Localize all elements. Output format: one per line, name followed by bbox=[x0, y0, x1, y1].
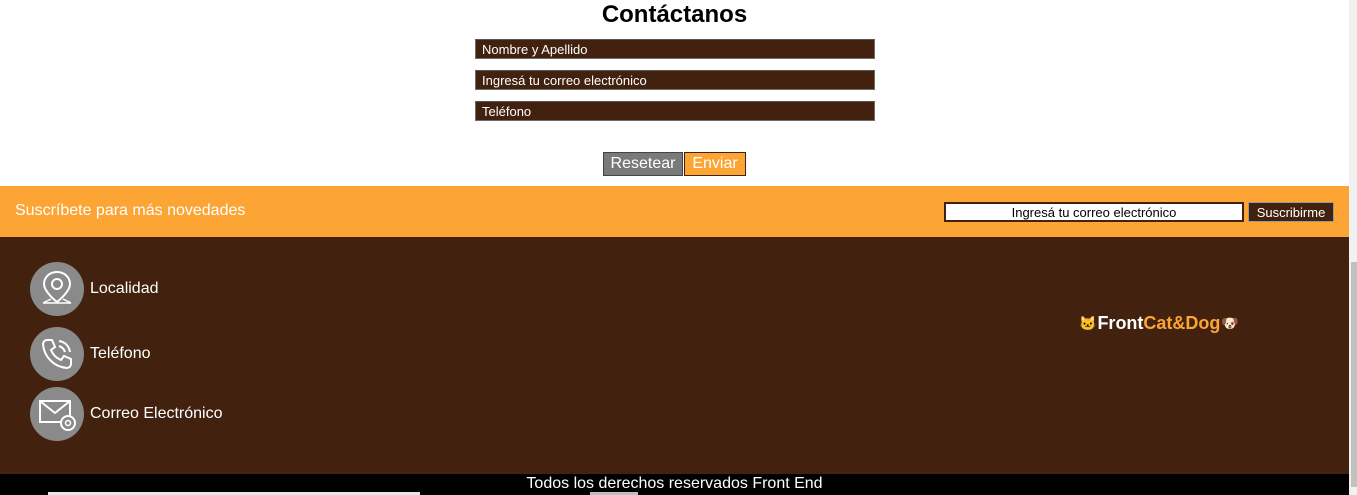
footer-item-phone[interactable]: Teléfono bbox=[30, 327, 151, 381]
footer-item-email[interactable]: Correo Electrónico bbox=[30, 387, 223, 441]
email-field[interactable] bbox=[475, 70, 875, 90]
footer-item-label: Localidad bbox=[90, 280, 159, 297]
send-button[interactable]: Enviar bbox=[684, 152, 746, 176]
footer-item-label: Teléfono bbox=[90, 345, 151, 362]
brand-logo[interactable]: 🐱 Front Cat&Dog 🐶 bbox=[1078, 313, 1240, 334]
mail-icon bbox=[30, 387, 84, 441]
vertical-scrollbar-thumb[interactable] bbox=[1351, 262, 1357, 487]
contact-section: Contáctanos Resetear Enviar bbox=[0, 0, 1349, 186]
footer-item-label: Correo Electrónico bbox=[90, 405, 223, 422]
dog-icon: 🐶 bbox=[1221, 315, 1239, 331]
footer-item-location[interactable]: Localidad bbox=[30, 262, 159, 316]
contact-title: Contáctanos bbox=[601, 1, 748, 28]
subscribe-button[interactable]: Suscribirme bbox=[1248, 202, 1334, 222]
name-field[interactable] bbox=[475, 39, 875, 59]
phone-icon bbox=[30, 327, 84, 381]
subscribe-text: Suscríbete para más novedades bbox=[15, 202, 246, 219]
brand-part-1: Front bbox=[1097, 313, 1144, 333]
subscribe-email-input[interactable] bbox=[944, 202, 1244, 222]
cat-icon: 🐱 bbox=[1079, 315, 1097, 331]
brand-part-2: Cat&Dog bbox=[1143, 313, 1221, 333]
reset-button[interactable]: Resetear bbox=[603, 152, 683, 176]
location-pin-icon bbox=[30, 262, 84, 316]
copyright-text: Todos los derechos reservados Front End bbox=[526, 475, 823, 492]
phone-field[interactable] bbox=[475, 101, 875, 121]
footer: Localidad Teléfono Correo Electrónico 🐱 … bbox=[0, 237, 1349, 474]
subscribe-bar: Suscríbete para más novedades Suscribirm… bbox=[0, 186, 1349, 237]
